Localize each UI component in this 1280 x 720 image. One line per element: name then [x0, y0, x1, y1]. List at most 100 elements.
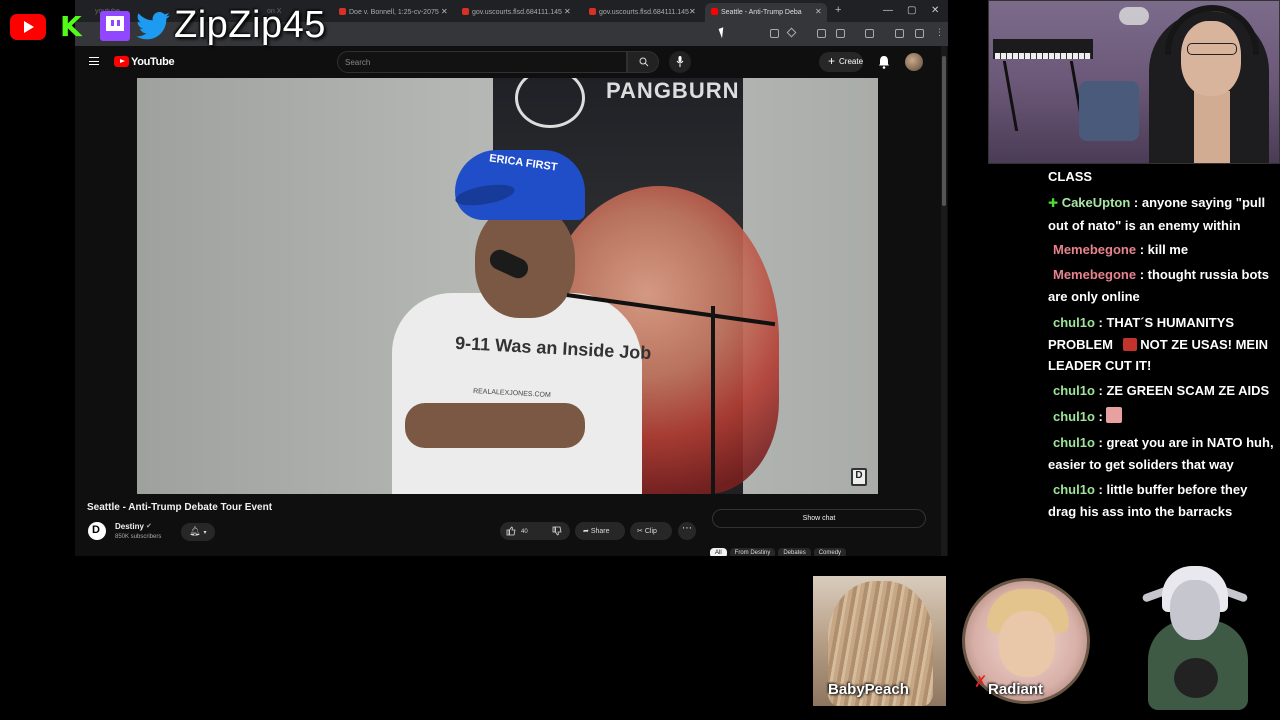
video-title: Seattle - Anti-Trump Debate Tour Event	[87, 502, 273, 513]
share-icon: ➦	[583, 528, 589, 535]
chip-comedy[interactable]: Comedy	[813, 548, 847, 556]
verified-badge-icon: ✔	[146, 523, 152, 530]
chat-badge-icon: ✚	[1048, 196, 1059, 210]
streamer-neck	[1194, 91, 1230, 163]
twitch-icon	[100, 11, 130, 41]
close-icon[interactable]: ✕	[815, 7, 822, 16]
scrollbar-thumb[interactable]	[942, 56, 946, 206]
youtube-logo-icon[interactable]	[114, 56, 129, 67]
twitter-icon	[136, 12, 170, 40]
piano-keys	[995, 53, 1091, 59]
more-actions-button[interactable]: ⋯	[678, 522, 696, 540]
notifications-bell-icon[interactable]	[878, 55, 890, 69]
like-dislike-group: 40	[500, 522, 570, 540]
extension-icon[interactable]	[836, 29, 845, 38]
chat-username[interactable]: chul1o	[1053, 315, 1095, 330]
bell-icon: 🔔︎	[189, 526, 201, 536]
page-scrollbar[interactable]	[941, 46, 947, 556]
profile-icon[interactable]	[915, 29, 924, 38]
radiant-name: Radiant	[988, 681, 1044, 698]
speaker-arms	[405, 403, 585, 448]
search-placeholder: Search	[345, 58, 371, 67]
tab-doe-v-bonnell[interactable]: Doe v. Bonnell, 1:25-cv-2075	[333, 3, 453, 22]
tab-court-doc-1[interactable]: gov.uscourts.flsd.684111.145	[456, 3, 576, 22]
streamer-handle: ZipZip45	[174, 4, 326, 46]
menu-dots-icon[interactable]: ⋮	[935, 27, 944, 38]
subscription-bell-button[interactable]: 🔔︎ ▾	[181, 523, 215, 541]
subscriber-count: 850K subscribers	[115, 534, 162, 540]
babypeach-name: BabyPeach	[828, 681, 909, 698]
chip-from-channel[interactable]: From Destiny	[729, 548, 776, 556]
voice-search-button[interactable]	[669, 51, 691, 73]
microphone-stand	[711, 306, 715, 494]
search-icon	[639, 57, 649, 67]
close-window-icon[interactable]: ✕	[931, 5, 939, 16]
close-icon[interactable]: ✕	[689, 7, 696, 16]
angry-face-emote	[1122, 337, 1137, 351]
chat-message: CLASS	[1048, 169, 1093, 184]
close-icon[interactable]: ✕	[441, 7, 448, 16]
hamburger-menu-icon[interactable]	[89, 57, 99, 65]
pdf-icon	[462, 8, 469, 15]
pdf-icon	[339, 8, 346, 15]
microphone-icon	[676, 56, 684, 67]
new-tab-icon[interactable]: +	[835, 4, 841, 16]
channel-watermark-icon[interactable]: D	[851, 468, 867, 486]
tab-seattle-video[interactable]: Seattle - Anti-Trump Deba	[705, 3, 827, 22]
chat-message: chul1o :	[1048, 406, 1278, 428]
armchair	[1079, 81, 1139, 141]
streamer-brand-bar: K ZipZip45	[0, 0, 340, 52]
banner-logo	[515, 78, 585, 128]
chat-message: chul1o : great you are in NATO huh, easi…	[1048, 435, 1274, 472]
close-icon[interactable]: ✕	[564, 7, 571, 16]
thumbs-up-icon[interactable]	[506, 526, 516, 536]
chip-debates[interactable]: Debates	[778, 548, 811, 556]
webcam-feed	[988, 0, 1280, 164]
banner-text: PANGBURN	[606, 78, 740, 103]
channel-name[interactable]: Destiny	[115, 522, 144, 531]
scissors-icon: ✂	[637, 528, 643, 535]
youtube-wordmark[interactable]: YouTube	[131, 56, 175, 68]
minimize-icon[interactable]: —	[883, 5, 893, 16]
thumbs-down-icon[interactable]	[552, 526, 562, 536]
pink-emote	[1106, 407, 1123, 423]
chat-username[interactable]: CakeUpton	[1062, 195, 1131, 210]
clip-button[interactable]: ✂ Clip	[630, 522, 672, 540]
sidebar-icon[interactable]	[865, 29, 874, 38]
chat-message: chul1o : ZE GREEN SCAM ZE AIDS	[1053, 383, 1270, 398]
chevron-down-icon: ▾	[203, 530, 207, 536]
radiant-face	[999, 611, 1055, 677]
chat-username[interactable]: chul1o	[1053, 409, 1095, 424]
cloud-lamp	[1119, 7, 1149, 25]
recommendation-chips: All From Destiny Debates Comedy	[710, 548, 849, 556]
user-avatar[interactable]	[905, 53, 923, 71]
piano-stand	[1002, 61, 1086, 131]
chip-all[interactable]: All	[710, 548, 727, 556]
chat-message: chul1o : THAT´S HUMANITYS PROBLEM NOT ZE…	[1048, 315, 1269, 373]
youtube-icon	[10, 14, 46, 40]
chat-username[interactable]: Memebegone	[1053, 267, 1136, 282]
extension-icon[interactable]	[817, 29, 826, 38]
search-input[interactable]: Search	[337, 51, 627, 73]
create-button[interactable]: Create	[819, 52, 863, 72]
tab-court-doc-2[interactable]: gov.uscourts.flsd.684111.145	[583, 3, 703, 22]
share-button[interactable]: ➦ Share	[575, 522, 625, 540]
chat-message: Memebegone : thought russia bots are onl…	[1048, 267, 1269, 304]
chat-username[interactable]: chul1o	[1053, 482, 1095, 497]
kick-icon: K	[60, 10, 82, 43]
chat-message: ✚ CakeUpton : anyone saying "pull out of…	[1048, 195, 1266, 233]
elf-avatar	[1140, 560, 1249, 710]
panther-figure	[1174, 658, 1218, 698]
video-player[interactable]: PANGBURN ERICA FIRST 9-11 Was an Inside …	[137, 78, 878, 494]
channel-avatar[interactable]	[88, 522, 106, 540]
show-chat-button[interactable]: Show chat	[712, 509, 926, 528]
chat-username[interactable]: chul1o	[1053, 435, 1095, 450]
chat-username[interactable]: chul1o	[1053, 383, 1095, 398]
browser-window: youtube on X Doe v. Bonnell, 1:25-cv-207…	[75, 0, 948, 556]
download-icon[interactable]	[895, 29, 904, 38]
stream-chat: CLASS ✚ CakeUpton : anyone saying "pull …	[1048, 166, 1280, 526]
chat-username[interactable]: Memebegone	[1053, 242, 1136, 257]
search-button[interactable]	[627, 51, 659, 73]
maximize-icon[interactable]: ▢	[907, 5, 916, 16]
cast-icon[interactable]	[770, 29, 779, 38]
